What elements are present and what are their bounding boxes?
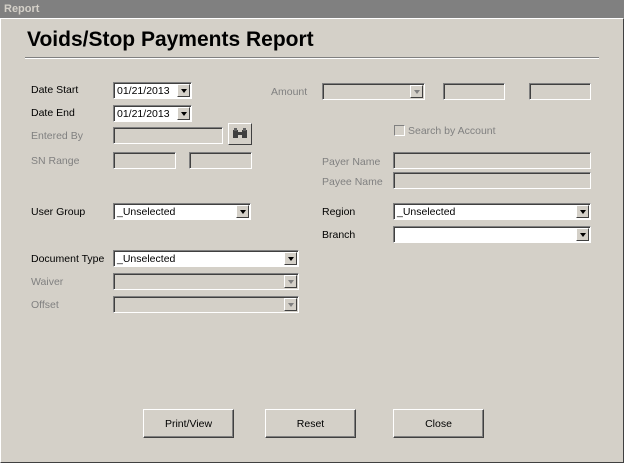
binoculars-icon	[233, 128, 247, 138]
user-group-select[interactable]: _Unselected	[113, 203, 251, 220]
reset-button[interactable]: Reset	[265, 409, 356, 438]
region-select[interactable]: _Unselected	[393, 203, 591, 220]
document-type-value: _Unselected	[117, 253, 176, 265]
search-by-account-label: Search by Account	[408, 125, 496, 137]
entered-by-label: Entered By	[31, 130, 83, 142]
region-value: _Unselected	[397, 206, 456, 218]
waiver-select[interactable]	[113, 273, 299, 290]
branch-label: Branch	[322, 229, 356, 241]
date-start-label: Date Start	[31, 84, 79, 96]
binoculars-button[interactable]	[228, 123, 252, 145]
close-button[interactable]: Close	[393, 409, 484, 438]
chevron-down-icon[interactable]	[284, 298, 297, 311]
page-title: Voids/Stop Payments Report	[27, 28, 314, 51]
document-type-label: Document Type	[31, 253, 105, 265]
document-type-select[interactable]: _Unselected	[113, 250, 299, 267]
chevron-down-icon[interactable]	[284, 252, 297, 265]
search-by-account-checkbox[interactable]	[394, 125, 405, 136]
offset-label: Offset	[31, 299, 59, 311]
amount-operator-select[interactable]	[322, 83, 425, 100]
branch-select[interactable]	[393, 226, 591, 243]
chevron-down-icon[interactable]	[177, 107, 190, 120]
payer-name-label: Payer Name	[322, 156, 381, 168]
date-start-picker[interactable]: 01/21/2013	[113, 82, 192, 99]
window-title: Report	[4, 3, 40, 15]
date-end-picker[interactable]: 01/21/2013	[113, 105, 192, 122]
title-divider	[25, 57, 599, 59]
date-end-value: 01/21/2013	[117, 108, 170, 120]
date-end-label: Date End	[31, 107, 75, 119]
print-view-button[interactable]: Print/View	[143, 409, 234, 438]
payee-name-label: Payee Name	[322, 176, 383, 188]
waiver-label: Waiver	[31, 276, 64, 288]
chevron-down-icon[interactable]	[576, 228, 589, 241]
date-start-value: 01/21/2013	[117, 85, 170, 97]
sn-range-from-field[interactable]	[113, 152, 176, 169]
offset-select[interactable]	[113, 296, 299, 313]
payee-name-field[interactable]	[393, 172, 591, 189]
user-group-value: _Unselected	[117, 206, 176, 218]
entered-by-field[interactable]	[113, 127, 223, 144]
payer-name-field[interactable]	[393, 152, 591, 169]
chevron-down-icon[interactable]	[236, 205, 249, 218]
amount-to-field[interactable]	[529, 83, 591, 100]
amount-label: Amount	[271, 86, 308, 98]
window-titlebar: Report	[0, 0, 624, 18]
user-group-label: User Group	[31, 206, 86, 218]
region-label: Region	[322, 206, 356, 218]
amount-from-field[interactable]	[443, 83, 505, 100]
chevron-down-icon[interactable]	[576, 205, 589, 218]
chevron-down-icon[interactable]	[410, 85, 423, 98]
sn-range-label: SN Range	[31, 155, 80, 167]
chevron-down-icon[interactable]	[177, 84, 190, 97]
sn-range-to-field[interactable]	[189, 152, 252, 169]
chevron-down-icon[interactable]	[284, 275, 297, 288]
